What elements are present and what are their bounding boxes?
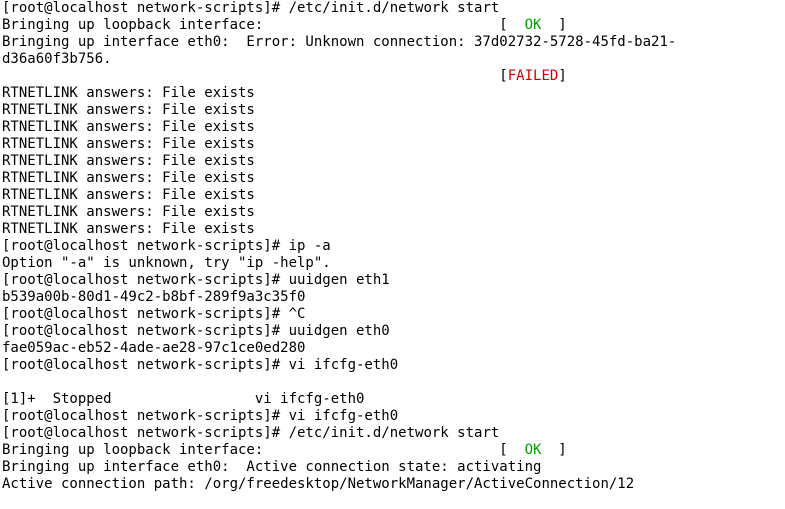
output-line: RTNETLINK answers: File exists <box>2 187 255 203</box>
prompt: [root@localhost network-scripts]# <box>2 408 289 424</box>
output-line: RTNETLINK answers: File exists <box>2 204 255 220</box>
prompt: [root@localhost network-scripts]# <box>2 306 289 322</box>
output-line: RTNETLINK answers: File exists <box>2 136 255 152</box>
command-text: /etc/init.d/network start <box>289 425 500 441</box>
prompt: [root@localhost network-scripts]# <box>2 0 289 16</box>
command-text: uuidgen eth0 <box>289 323 390 339</box>
command-text: ip -a <box>289 238 331 254</box>
output-line: b539a00b-80d1-49c2-b8bf-289f9a3c35f0 <box>2 289 305 305</box>
prompt: [root@localhost network-scripts]# <box>2 238 289 254</box>
command-text: vi ifcfg-eth0 <box>289 408 399 424</box>
prompt: [root@localhost network-scripts]# <box>2 357 289 373</box>
bracket: ] <box>541 17 566 33</box>
prompt: [root@localhost network-scripts]# <box>2 272 289 288</box>
status-failed: FAILED <box>508 68 559 84</box>
output-line: RTNETLINK answers: File exists <box>2 221 255 237</box>
output-line: RTNETLINK answers: File exists <box>2 85 255 101</box>
bracket: ] <box>541 442 566 458</box>
output-line: Bringing up interface eth0: Active conne… <box>2 459 541 475</box>
status-ok: OK <box>525 17 542 33</box>
prompt: [root@localhost network-scripts]# <box>2 323 289 339</box>
output-line: Option "-a" is unknown, try "ip -help". <box>2 255 331 271</box>
output-line: Bringing up interface eth0: Error: Unkno… <box>2 34 676 50</box>
output-line: RTNETLINK answers: File exists <box>2 102 255 118</box>
command-text: /etc/init.d/network start <box>289 0 500 16</box>
output-line: RTNETLINK answers: File exists <box>2 170 255 186</box>
bracket: [ <box>499 442 524 458</box>
output-line: Bringing up loopback interface: <box>2 17 499 33</box>
terminal-output[interactable]: [root@localhost network-scripts]# /etc/i… <box>0 0 785 493</box>
status-pad <box>2 68 499 84</box>
command-text: ^C <box>289 306 306 322</box>
output-line: RTNETLINK answers: File exists <box>2 119 255 135</box>
output-line: fae059ac-eb52-4ade-ae28-97c1ce0ed280 <box>2 340 305 356</box>
output-line: RTNETLINK answers: File exists <box>2 153 255 169</box>
bracket: [ <box>499 68 507 84</box>
status-ok: OK <box>525 442 542 458</box>
command-text: uuidgen eth1 <box>289 272 390 288</box>
output-line: [1]+ Stopped vi ifcfg-eth0 <box>2 391 364 407</box>
bracket: [ <box>499 17 524 33</box>
command-text: vi ifcfg-eth0 <box>289 357 399 373</box>
output-line: Active connection path: /org/freedesktop… <box>2 476 634 492</box>
output-line: Bringing up loopback interface: <box>2 442 499 458</box>
prompt: [root@localhost network-scripts]# <box>2 425 289 441</box>
output-line: d36a60f3b756. <box>2 51 112 67</box>
bracket: ] <box>558 68 566 84</box>
